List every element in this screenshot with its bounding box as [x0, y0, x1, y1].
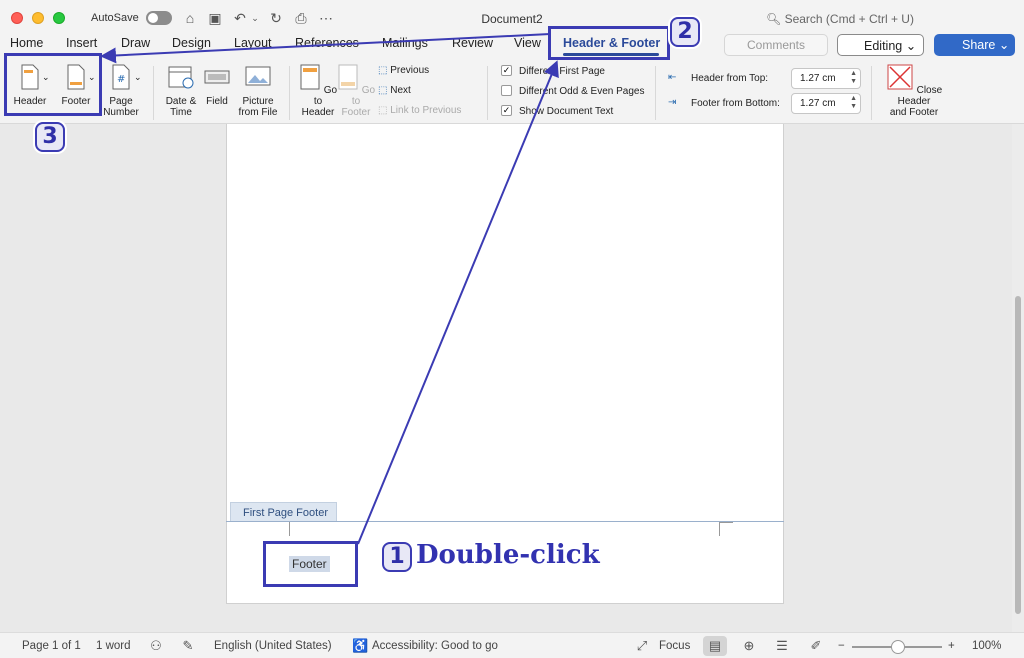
step-3-badge: 3 [35, 122, 65, 152]
arrow-step1-to-step2 [357, 60, 559, 545]
highlight-header-footer-buttons [4, 53, 102, 116]
highlight-footer-text [263, 541, 358, 587]
highlight-header-footer-tab [548, 26, 670, 60]
step-1-badge: 1 [382, 542, 412, 572]
double-click-callout: Double-click [416, 540, 600, 570]
step-2-badge: 2 [670, 17, 700, 47]
arrow-step2-to-step3 [100, 33, 551, 64]
